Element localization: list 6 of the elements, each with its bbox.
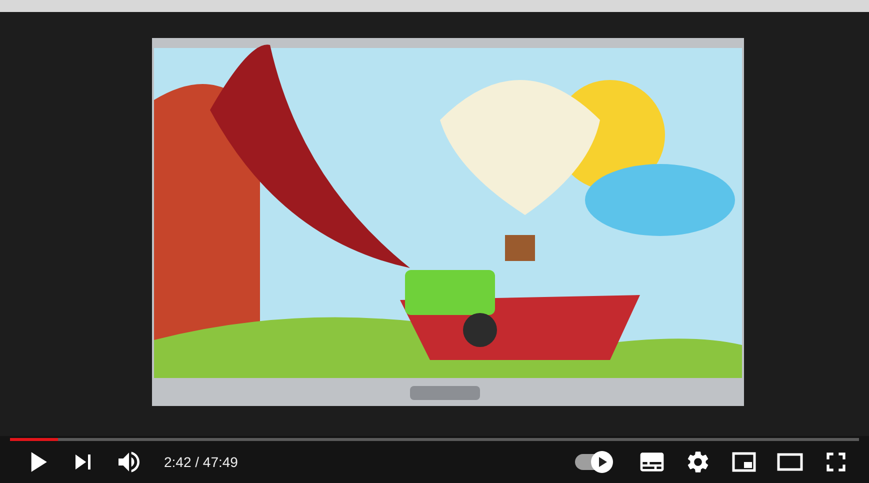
theater-icon <box>777 453 803 471</box>
autoplay-toggle[interactable] <box>575 454 611 470</box>
play-icon <box>596 456 608 468</box>
miniplayer-icon <box>732 452 756 472</box>
time-display: 2:42 / 47:49 <box>164 454 238 470</box>
settings-icon <box>685 449 711 475</box>
